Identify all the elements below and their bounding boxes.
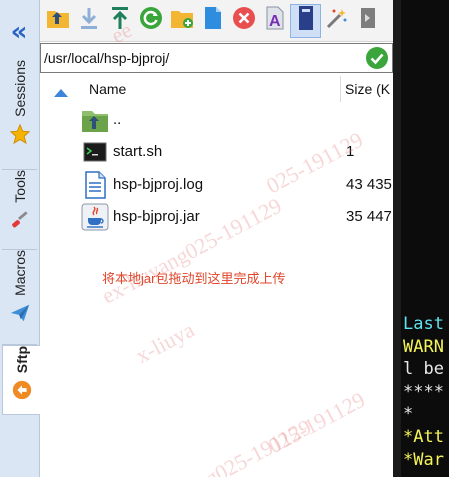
star-icon (9, 123, 31, 150)
text-file-icon (80, 170, 110, 200)
new-folder-button[interactable] (166, 4, 197, 38)
sftp-toolbar: A (40, 0, 449, 42)
terminal-script-icon (80, 137, 110, 167)
tab-sessions-label: Sessions (11, 60, 28, 117)
new-file-icon (203, 6, 223, 35)
paper-plane-icon (9, 302, 31, 329)
column-header-size[interactable]: Size (K (345, 81, 390, 97)
file-row[interactable]: start.sh 1 (40, 136, 393, 168)
follow-terminal-button[interactable] (290, 3, 321, 38)
terminal-line: WARN (403, 336, 444, 357)
magic-wand-icon (325, 6, 349, 35)
terminal-line: l be (403, 359, 444, 380)
new-folder-icon (170, 7, 194, 34)
terminal-scrollbar[interactable] (393, 0, 401, 477)
terminal-line: Last (403, 314, 444, 334)
delete-button[interactable] (228, 4, 259, 38)
refresh-button[interactable] (135, 4, 166, 38)
file-list-header: Name Size (K (40, 74, 393, 104)
tab-sftp-label: Sftp (13, 346, 30, 374)
follow-terminal-icon (298, 5, 314, 36)
file-size: 35 447 (346, 208, 392, 225)
side-panel: « Sessions Tools Macros Sftp (0, 0, 40, 477)
parent-directory-icon (46, 7, 70, 34)
file-size: 1 (346, 143, 355, 160)
terminal-line: *Att (403, 427, 444, 447)
rename-icon: A (265, 6, 285, 35)
sftp-icon (11, 379, 33, 406)
sort-ascending-icon[interactable] (54, 84, 68, 100)
file-name: hsp-bjproj.jar (113, 208, 200, 225)
path-input[interactable] (41, 50, 365, 66)
tab-tools-label: Tools (11, 170, 28, 203)
svg-text:A: A (269, 13, 281, 30)
path-confirm-icon[interactable] (365, 46, 389, 70)
column-divider[interactable] (340, 76, 341, 102)
tab-macros[interactable]: Macros (2, 250, 37, 345)
tab-tools[interactable]: Tools (2, 170, 37, 250)
screwdriver-icon (9, 209, 31, 236)
java-jar-icon (80, 202, 110, 232)
parent-directory-button[interactable] (42, 4, 73, 38)
file-row-parent[interactable]: .. (40, 104, 393, 136)
overflow-button[interactable] (352, 4, 383, 38)
column-header-name[interactable]: Name (89, 81, 126, 97)
terminal-line: *War (403, 449, 444, 470)
tab-sessions[interactable]: Sessions (2, 60, 37, 170)
drop-upload-hint: 将本地jar包拖动到这里完成上传 (102, 271, 286, 286)
file-name: hsp-bjproj.log (113, 176, 204, 193)
magic-wand-button[interactable] (321, 4, 352, 38)
refresh-icon (139, 6, 163, 35)
file-name: start.sh (113, 143, 163, 160)
terminal-line: **** (403, 381, 444, 402)
tab-sftp[interactable]: Sftp (2, 345, 40, 415)
download-button[interactable] (73, 4, 104, 38)
collapse-sidebar-button[interactable]: « (0, 14, 38, 50)
file-row[interactable]: hsp-bjproj.log 43 435 (40, 169, 393, 201)
terminal-line: * (403, 404, 414, 425)
upload-button[interactable] (104, 4, 135, 38)
upload-icon (109, 6, 131, 35)
file-row[interactable]: hsp-bjproj.jar 35 447 (40, 201, 393, 233)
parent-folder-icon (80, 105, 110, 135)
overflow-icon (360, 6, 375, 35)
new-file-button[interactable] (197, 4, 228, 38)
file-name: .. (113, 111, 122, 128)
download-icon (78, 6, 100, 35)
rename-button[interactable]: A (259, 4, 290, 38)
delete-icon (232, 6, 256, 35)
tab-macros-label: Macros (11, 250, 28, 296)
path-bar (40, 43, 393, 73)
terminal-pane[interactable]: Last WARN l be **** * *Att *War (393, 0, 449, 477)
file-size: 43 435 (346, 176, 392, 193)
